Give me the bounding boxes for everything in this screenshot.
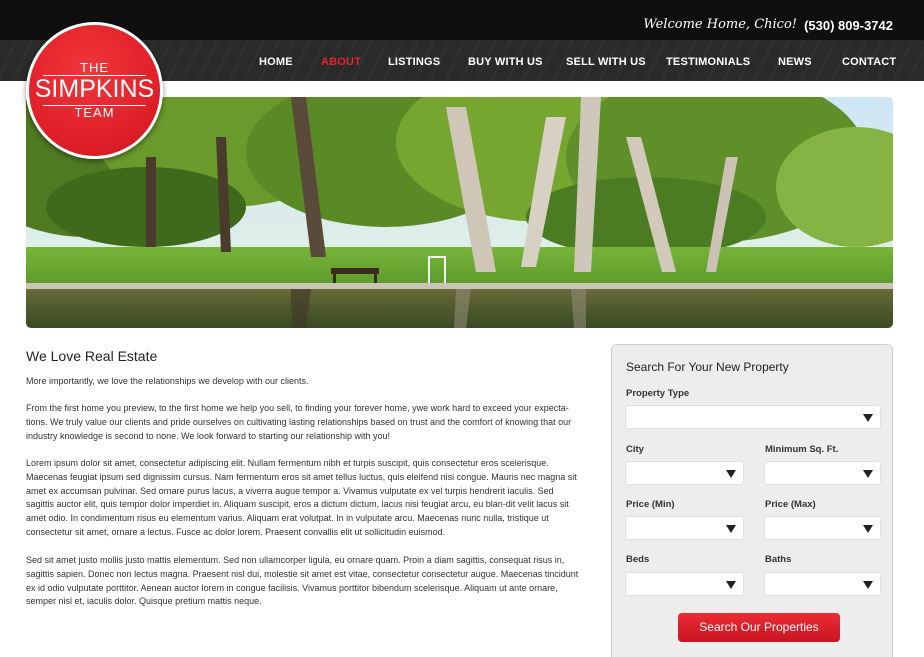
- welcome-text: Welcome Home, Chico!: [643, 17, 797, 32]
- min-sqft-label: Minimum Sq. Ft.: [765, 444, 839, 455]
- nav-home[interactable]: HOME: [259, 56, 293, 68]
- chevron-down-icon: [726, 581, 736, 589]
- city-label: City: [626, 444, 644, 455]
- logo-line-team: TEAM: [74, 105, 115, 120]
- price-min-select[interactable]: [625, 516, 744, 540]
- baths-select[interactable]: [764, 572, 881, 596]
- logo-line-simpkins: SIMPKINS: [34, 75, 155, 103]
- nav-sell-with-us[interactable]: SELL WITH US: [566, 56, 646, 68]
- nav-news[interactable]: NEWS: [778, 56, 812, 68]
- baths-label: Baths: [765, 554, 792, 565]
- min-sqft-select[interactable]: [764, 461, 881, 485]
- beds-select[interactable]: [625, 572, 744, 596]
- chevron-down-icon: [726, 525, 736, 533]
- price-max-select[interactable]: [764, 516, 881, 540]
- beds-label: Beds: [626, 554, 650, 565]
- nav-listings[interactable]: LISTINGS: [388, 56, 440, 68]
- park-pond-photo: [26, 97, 893, 328]
- body-paragraph-2: Lorem ipsum dolor sit amet, consectetur …: [26, 458, 577, 537]
- property-type-label: Property Type: [626, 388, 690, 399]
- chevron-down-icon: [726, 470, 736, 478]
- nav-buy-with-us[interactable]: BUY WITH US: [468, 56, 543, 68]
- property-search-panel: Search For Your New Property Property Ty…: [611, 344, 893, 657]
- simpkins-team-logo[interactable]: THE SIMPKINS TEAM: [26, 22, 163, 159]
- chevron-down-icon: [863, 581, 873, 589]
- chevron-down-icon: [863, 525, 873, 533]
- body-paragraph-3: Sed sit amet justo mollis justo mattis e…: [26, 555, 579, 607]
- nav-testimonials[interactable]: TESTIMONIALS: [666, 56, 750, 68]
- nav-contact[interactable]: CONTACT: [842, 56, 896, 68]
- property-type-select[interactable]: [625, 405, 881, 429]
- nav-about[interactable]: ABOUT: [321, 56, 361, 68]
- top-bar: Welcome Home, Chico! (530) 809-3742: [0, 0, 924, 40]
- logo-line-the: THE: [80, 60, 109, 75]
- phone-number[interactable]: (530) 809-3742: [804, 18, 893, 33]
- body-paragraph-1: From the first home you preview, to the …: [26, 403, 572, 441]
- search-properties-button[interactable]: Search Our Properties: [678, 613, 840, 642]
- search-panel-title: Search For Your New Property: [626, 360, 789, 374]
- page-title: We Love Real Estate: [26, 348, 158, 364]
- hero-image: [26, 97, 893, 328]
- city-select[interactable]: [625, 461, 744, 485]
- chevron-down-icon: [863, 470, 873, 478]
- price-max-label: Price (Max): [765, 499, 816, 510]
- price-min-label: Price (Min): [626, 499, 675, 510]
- chevron-down-icon: [863, 414, 873, 422]
- intro-paragraph: More importantly, we love the relationsh…: [26, 376, 309, 386]
